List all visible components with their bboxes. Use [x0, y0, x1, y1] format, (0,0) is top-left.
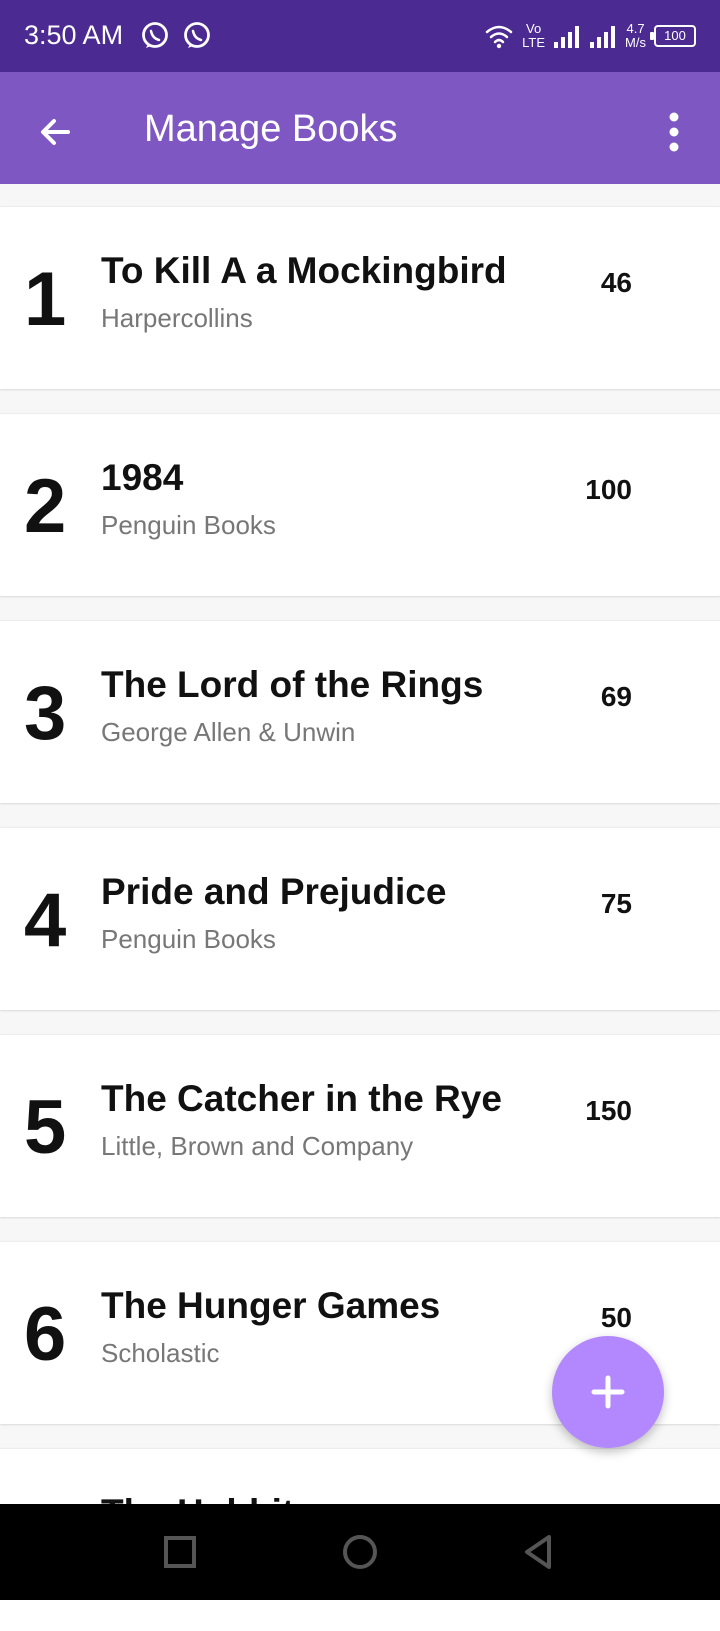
status-icons: Vo LTE 4.7 M/s 100	[484, 14, 696, 58]
book-title: The Hunger Games	[101, 1285, 441, 1326]
book-item[interactable]: 1 To Kill A a Mockingbird Harpercollins …	[0, 206, 720, 389]
add-book-button[interactable]	[552, 1336, 664, 1448]
book-item[interactable]: 4 Pride and Prejudice Penguin Books 75	[0, 827, 720, 1010]
book-title: Pride and Prejudice	[101, 871, 447, 912]
book-publisher: Little, Brown and Company	[101, 1131, 414, 1161]
book-rank: 1	[24, 257, 67, 342]
book-title: The Catcher in the Rye	[101, 1078, 502, 1119]
book-rank: 6	[24, 1292, 67, 1377]
book-rank: 5	[24, 1085, 67, 1170]
back-arrow-icon[interactable]	[30, 106, 82, 158]
book-publisher: Penguin Books	[101, 924, 276, 954]
book-publisher: George Allen & Unwin	[101, 717, 356, 747]
book-rank: 2	[24, 464, 67, 549]
book-rank: 4	[24, 878, 67, 963]
book-publisher: Harpercollins	[101, 303, 253, 333]
home-icon[interactable]	[338, 1530, 382, 1574]
status-bar: 3:50 AM Vo LTE 4.7 M/s 100	[0, 0, 720, 72]
status-time: 3:50 AM	[24, 20, 124, 50]
book-count: 100	[585, 474, 632, 505]
book-title: To Kill A a Mockingbird	[101, 250, 507, 291]
system-navigation-bar	[0, 1504, 720, 1600]
book-item[interactable]: 3 The Lord of the Rings George Allen & U…	[0, 620, 720, 803]
whatsapp-icon	[184, 22, 210, 48]
book-count: 69	[600, 681, 632, 712]
book-title: The Lord of the Rings	[101, 664, 484, 705]
battery-icon: 100	[650, 25, 696, 47]
book-publisher: Scholastic	[101, 1338, 220, 1368]
whatsapp-icon	[142, 22, 168, 48]
network-speed: 4.7 M/s	[625, 21, 646, 50]
volte-label: Vo LTE	[522, 21, 546, 50]
signal-icon	[590, 26, 616, 48]
recent-apps-icon[interactable]	[158, 1530, 202, 1574]
back-icon[interactable]	[518, 1530, 562, 1574]
book-count: 46	[600, 267, 632, 298]
signal-icon	[554, 26, 580, 48]
more-vertical-icon[interactable]	[648, 106, 700, 158]
wifi-icon	[485, 25, 513, 49]
book-count: 150	[585, 1095, 632, 1126]
book-count: 50	[600, 1302, 632, 1333]
app-bar: Manage Books	[0, 72, 720, 184]
book-item[interactable]: 2 1984 Penguin Books 100	[0, 413, 720, 596]
book-publisher: Penguin Books	[101, 510, 276, 540]
book-item[interactable]: 5 The Catcher in the Rye Little, Brown a…	[0, 1034, 720, 1217]
plus-icon	[591, 1375, 625, 1409]
book-count: 75	[600, 888, 632, 919]
book-title: 1984	[101, 457, 184, 498]
page-title: Manage Books	[144, 108, 398, 150]
book-rank: 3	[24, 671, 67, 756]
